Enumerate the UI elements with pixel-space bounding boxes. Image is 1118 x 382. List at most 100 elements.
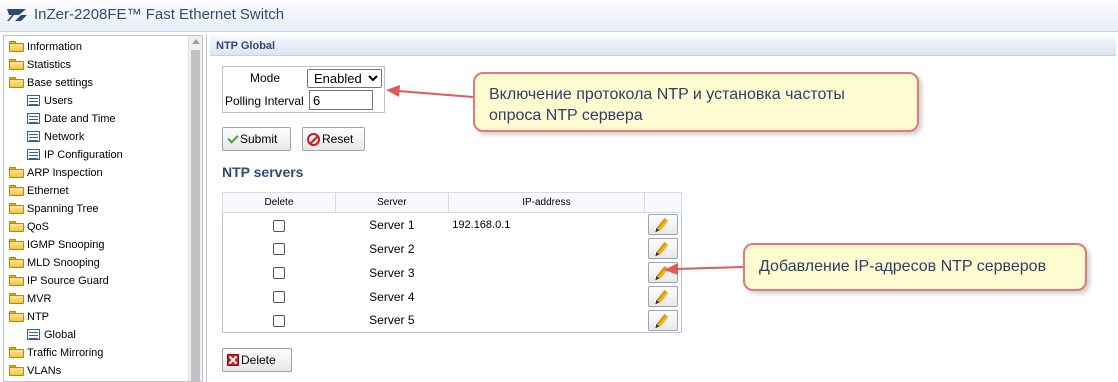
folder-icon [9, 167, 24, 178]
server-ip [448, 309, 644, 333]
sidebar-item-mld-snooping[interactable]: MLD Snooping [9, 254, 100, 272]
server-ip [448, 285, 644, 309]
folder-icon [9, 347, 24, 358]
table-row: Server 1 192.168.0.1 [223, 213, 682, 237]
sidebar-item-network[interactable]: Network [27, 128, 84, 146]
sidebar-item-label: VLANs [27, 365, 62, 377]
folder-open-icon [9, 311, 24, 322]
sidebar-nav: Information Statistics Base settings Use… [3, 35, 203, 382]
scroll-thumb[interactable] [191, 50, 200, 381]
sidebar-item-label: MLD Snooping [27, 257, 100, 269]
folder-open-icon [9, 77, 24, 88]
folder-icon [9, 59, 24, 70]
sidebar-item-label: Date and Time [44, 113, 116, 125]
checkmark-icon [227, 134, 238, 144]
sidebar-item-label: IGMP Snooping [27, 239, 105, 251]
pencil-icon [656, 241, 669, 256]
column-header-server: Server [334, 192, 449, 213]
sidebar-item-vlans[interactable]: VLANs [9, 362, 61, 380]
sidebar-item-users[interactable]: Users [27, 92, 73, 110]
scroll-up-arrow-icon[interactable] [192, 39, 200, 44]
server-name: Server 4 [369, 289, 415, 304]
edit-button[interactable] [647, 286, 678, 307]
table-row: Server 4 [223, 285, 682, 309]
edit-button[interactable] [647, 214, 678, 236]
section-header: NTP Global [210, 36, 1116, 56]
sidebar-item-traffic-mirroring[interactable]: Traffic Mirroring [9, 344, 103, 362]
sidebar-item-base-settings[interactable]: Base settings [9, 74, 93, 92]
delete-button[interactable]: Delete [222, 348, 292, 372]
no-entry-icon [307, 132, 320, 146]
sidebar-item-information[interactable]: Information [9, 38, 82, 56]
server-name: Server 1 [369, 217, 415, 232]
column-header-delete: Delete [222, 192, 336, 213]
reset-button[interactable]: Reset [302, 127, 365, 151]
sidebar-item-label: ARP Inspection [27, 167, 103, 179]
server-ip [448, 237, 644, 261]
callout-ntp-servers: Добавление IP-адресов NTP серверов [743, 243, 1087, 291]
sidebar-item-ntp[interactable]: NTP [9, 308, 49, 326]
delete-checkbox[interactable] [273, 219, 286, 232]
server-name: Server 3 [369, 265, 415, 280]
title-bar: InZer-2208FE™ Fast Ethernet Switch [0, 0, 1118, 32]
sidebar-item-label: IP Source Guard [27, 275, 109, 287]
sidebar-item-spanning-tree[interactable]: Spanning Tree [9, 200, 99, 218]
column-header-ip-address: IP-address [447, 192, 646, 213]
delete-checkbox[interactable] [273, 315, 286, 328]
callout-text-line2: опроса NTP сервера [489, 107, 643, 124]
pencil-icon [656, 289, 669, 304]
delete-button-label: Delete [241, 353, 276, 367]
callout-ntp-mode: Включение протокола NTP и установка част… [473, 72, 919, 132]
submit-button-label: Submit [240, 132, 278, 146]
sidebar-item-ip-source-guard[interactable]: IP Source Guard [9, 272, 109, 290]
sidebar-item-global[interactable]: Global [27, 326, 76, 344]
folder-icon [9, 203, 24, 214]
column-header-edit [644, 192, 682, 213]
folder-icon [9, 275, 24, 286]
delete-checkbox[interactable] [273, 243, 286, 256]
polling-interval-input[interactable] [309, 90, 373, 110]
section-title: NTP Global [216, 40, 276, 52]
page-icon [27, 131, 40, 142]
delete-checkbox[interactable] [273, 291, 286, 304]
pencil-icon [656, 265, 669, 280]
table-row: Server 3 [223, 261, 682, 285]
table-row: Server 5 [223, 309, 682, 333]
mode-select[interactable]: Enabled [307, 69, 382, 88]
pencil-icon [656, 218, 669, 232]
sidebar-item-qos[interactable]: QoS [9, 218, 49, 236]
sidebar-item-label: Users [44, 95, 73, 107]
folder-icon [9, 41, 24, 52]
mode-label: Mode [250, 71, 281, 85]
reset-button-label: Reset [322, 132, 354, 146]
sidebar-item-label: Base settings [27, 77, 94, 89]
folder-icon [9, 221, 24, 232]
sidebar-item-igmp-snooping[interactable]: IGMP Snooping [9, 236, 104, 254]
sidebar-item-mvr[interactable]: MVR [9, 290, 51, 308]
table-header-row: Delete Server IP-address [222, 192, 682, 213]
page-icon [27, 113, 40, 124]
sidebar-item-date-and-time[interactable]: Date and Time [27, 110, 116, 128]
edit-button[interactable] [647, 309, 678, 331]
server-name: Server 5 [369, 313, 415, 328]
sidebar-scrollbar[interactable] [188, 36, 202, 381]
sidebar-item-label: Spanning Tree [27, 203, 99, 215]
submit-button[interactable]: Submit [222, 127, 291, 151]
sidebar-item-ip-configuration[interactable]: IP Configuration [27, 146, 123, 164]
edit-button[interactable] [647, 262, 678, 283]
folder-icon [9, 257, 24, 268]
sidebar-item-label: Global [44, 329, 76, 341]
app-title: InZer-2208FE™ Fast Ethernet Switch [34, 6, 285, 23]
ntp-servers-title: NTP servers [222, 164, 304, 180]
sidebar-item-arp-inspection[interactable]: ARP Inspection [9, 164, 103, 182]
folder-icon [9, 185, 24, 196]
page-icon [27, 329, 40, 340]
page-icon [27, 149, 40, 160]
sidebar-item-statistics[interactable]: Statistics [9, 56, 71, 74]
delete-checkbox[interactable] [273, 267, 286, 280]
edit-button[interactable] [647, 238, 678, 259]
sidebar-item-ethernet[interactable]: Ethernet [9, 182, 69, 200]
sidebar-item-label: Network [44, 131, 85, 143]
server-ip [448, 261, 644, 285]
sidebar-item-label: Ethernet [27, 185, 69, 197]
